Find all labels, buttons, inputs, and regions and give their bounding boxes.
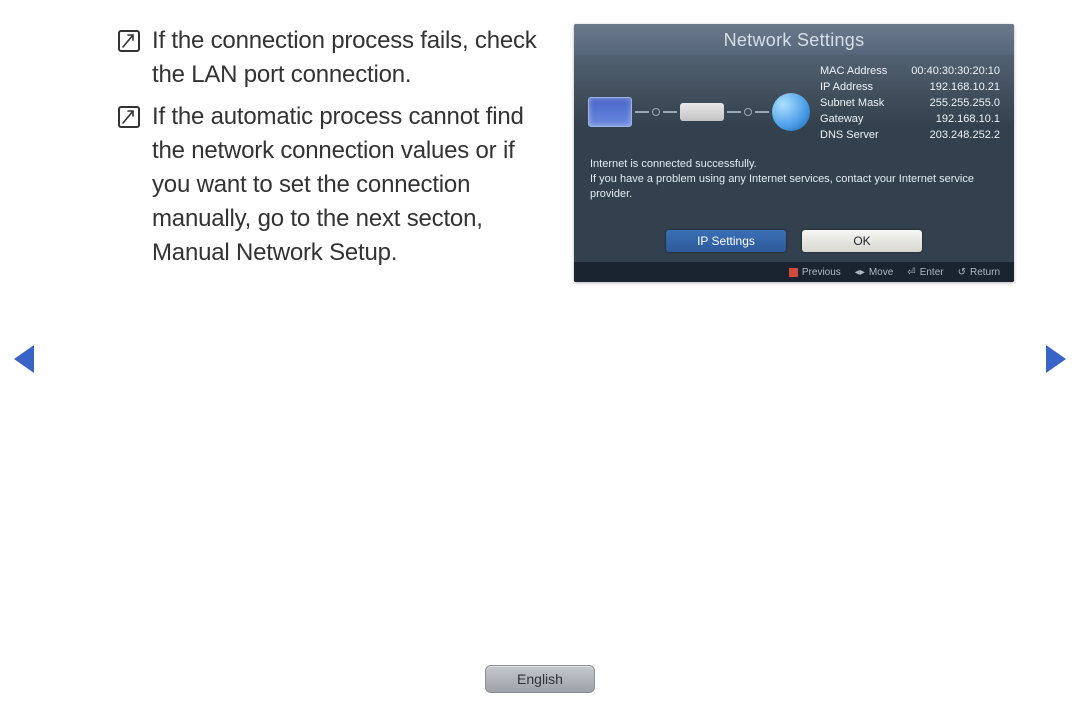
note-item: If the automatic process cannot find the… xyxy=(118,100,544,270)
table-row: MAC Address 00:40:30:30:20:10 xyxy=(820,63,1000,79)
note-text: If the connection process fails, check t… xyxy=(152,24,544,92)
connection-diagram xyxy=(588,77,810,147)
info-value: 00:40:30:30:20:10 xyxy=(911,65,1000,77)
info-value: 192.168.10.21 xyxy=(930,81,1000,93)
info-label: IP Address xyxy=(820,81,873,93)
link-ring xyxy=(744,108,752,116)
table-row: Gateway 192.168.10.1 xyxy=(820,111,1000,127)
note-icon xyxy=(118,30,140,52)
link-line xyxy=(727,111,741,113)
legend-return: ↺ Return xyxy=(958,267,1000,278)
info-value: 203.248.252.2 xyxy=(930,129,1000,141)
ok-button[interactable]: OK xyxy=(802,230,922,252)
note-text: If the automatic process cannot find the… xyxy=(152,100,544,270)
status-line: Internet is connected successfully. xyxy=(590,157,998,172)
link-line xyxy=(663,111,677,113)
legend-bar: Previous ◂▸ Move ⏎ Enter ↺ Return xyxy=(574,262,1014,282)
legend-enter: ⏎ Enter xyxy=(907,267,943,278)
link-line xyxy=(755,111,769,113)
return-icon: ↺ xyxy=(958,267,966,278)
legend-label: Enter xyxy=(920,267,944,278)
legend-label: Return xyxy=(970,267,1000,278)
ip-settings-button[interactable]: IP Settings xyxy=(666,230,786,252)
arrows-icon: ◂▸ xyxy=(855,267,865,278)
enter-icon: ⏎ xyxy=(907,267,915,278)
info-value: 192.168.10.1 xyxy=(936,113,1000,125)
table-row: Subnet Mask 255.255.255.0 xyxy=(820,95,1000,111)
info-label: Gateway xyxy=(820,113,863,125)
previous-page-arrow[interactable] xyxy=(14,345,34,373)
table-row: IP Address 192.168.10.21 xyxy=(820,79,1000,95)
tv-icon xyxy=(588,97,632,127)
info-value: 255.255.255.0 xyxy=(930,97,1000,109)
info-label: Subnet Mask xyxy=(820,97,884,109)
router-icon xyxy=(680,103,724,121)
red-marker-icon xyxy=(789,268,798,277)
status-line: If you have a problem using any Internet… xyxy=(590,172,998,202)
legend-label: Previous xyxy=(802,267,841,278)
next-page-arrow[interactable] xyxy=(1046,345,1066,373)
info-label: DNS Server xyxy=(820,129,879,141)
legend-move: ◂▸ Move xyxy=(855,267,894,278)
screenshot-button-row: IP Settings OK xyxy=(574,230,1014,252)
table-row: DNS Server 203.248.252.2 xyxy=(820,127,1000,143)
legend-previous: Previous xyxy=(789,267,841,278)
network-info-table: MAC Address 00:40:30:30:20:10 IP Address 1… xyxy=(820,63,1000,147)
notes-column: If the connection process fails, check t… xyxy=(118,24,544,282)
network-settings-screenshot: Network Settings MAC Address 00:40:30:30:… xyxy=(574,24,1014,282)
status-text: Internet is connected successfully. If y… xyxy=(574,147,1014,202)
link-line xyxy=(635,111,649,113)
globe-icon xyxy=(772,93,810,131)
note-item: If the connection process fails, check t… xyxy=(118,24,544,92)
info-label: MAC Address xyxy=(820,65,887,77)
link-ring xyxy=(652,108,660,116)
legend-label: Move xyxy=(869,267,893,278)
language-button[interactable]: English xyxy=(485,665,595,693)
note-icon xyxy=(118,106,140,128)
screenshot-title: Network Settings xyxy=(574,24,1014,55)
